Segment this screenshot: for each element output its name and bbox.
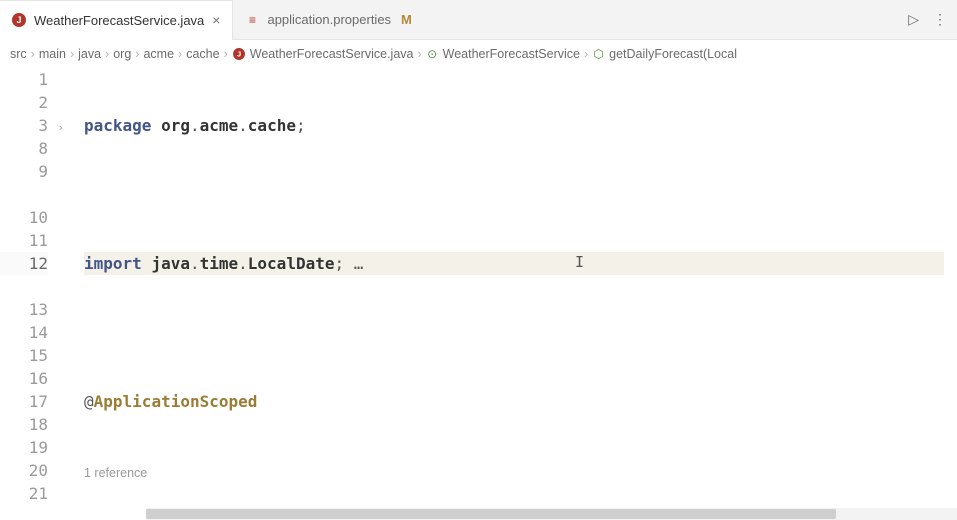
chevron-right-icon: › (31, 47, 35, 61)
tab-weather-service[interactable]: J WeatherForecastService.java × (0, 0, 233, 40)
line-number: 8 (0, 137, 48, 160)
breadcrumb-item[interactable]: WeatherForecastService.java (250, 47, 414, 61)
chevron-right-icon: › (70, 47, 74, 61)
java-file-icon: J (233, 48, 245, 60)
tab-bar: J WeatherForecastService.java × ≡ applic… (0, 0, 957, 40)
line-number: 15 (0, 344, 48, 367)
line-number: 14 (0, 321, 48, 344)
line-number (0, 275, 48, 298)
line-number: 2 (0, 91, 48, 114)
close-icon[interactable]: × (212, 12, 220, 28)
chevron-right-icon: › (105, 47, 109, 61)
line-number: 20 (0, 459, 48, 482)
code-line (84, 321, 957, 344)
run-icon[interactable]: ▷ (908, 11, 919, 28)
line-number: 18 (0, 413, 48, 436)
line-number: 16 (0, 367, 48, 390)
line-number: 17 (0, 390, 48, 413)
code-lens[interactable]: 1 reference (84, 459, 957, 482)
breadcrumb-item[interactable]: org (113, 47, 131, 61)
breadcrumb-item[interactable]: java (78, 47, 101, 61)
line-number: 11 (0, 229, 48, 252)
chevron-right-icon: › (135, 47, 139, 61)
tab-label: application.properties (267, 12, 391, 27)
tab-application-properties[interactable]: ≡ application.properties M (233, 0, 423, 40)
code-line (84, 183, 957, 206)
breadcrumb-item[interactable]: cache (186, 47, 219, 61)
java-file-icon: J (12, 13, 26, 27)
chevron-right-icon: › (417, 47, 421, 61)
breadcrumb-item[interactable]: main (39, 47, 66, 61)
gutter: 1 2 3 › 8 9 10 11 12 13 14 15 16 17 18 1… (0, 68, 62, 520)
line-number: 10 (0, 206, 48, 229)
line-number: 12 (0, 252, 48, 275)
method-icon: ⬡ (592, 48, 605, 61)
line-number: 13 (0, 298, 48, 321)
editor[interactable]: 1 2 3 › 8 9 10 11 12 13 14 15 16 17 18 1… (0, 68, 957, 520)
breadcrumb-item[interactable]: acme (143, 47, 174, 61)
breadcrumb-item[interactable]: WeatherForecastService (443, 47, 580, 61)
line-number: 19 (0, 436, 48, 459)
breadcrumb-item[interactable]: getDailyForecast(Local (609, 47, 737, 61)
breadcrumb-item[interactable]: src (10, 47, 27, 61)
modified-badge: M (401, 12, 412, 27)
chevron-right-icon: › (224, 47, 228, 61)
line-number: 21 (0, 482, 48, 505)
more-icon[interactable]: ⋮ (933, 11, 947, 28)
code-area[interactable]: package org.acme.cache; import java.time… (62, 68, 957, 520)
code-line: package org.acme.cache; (84, 114, 957, 137)
horizontal-scrollbar[interactable] (146, 508, 957, 520)
code-line: import java.time.LocalDate; … (84, 252, 957, 275)
chevron-right-icon: › (178, 47, 182, 61)
line-number: 3 (0, 114, 48, 137)
scrollbar-thumb[interactable] (146, 509, 836, 519)
breadcrumb: src › main › java › org › acme › cache › J Wea… (0, 40, 957, 68)
run-controls: ▷ ⋮ (908, 11, 957, 28)
tab-label: WeatherForecastService.java (34, 13, 204, 28)
properties-file-icon: ≡ (245, 13, 259, 27)
line-number: 1 (0, 68, 48, 91)
code-line: @ApplicationScoped (84, 390, 957, 413)
line-number: 9 (0, 160, 48, 183)
line-number (0, 183, 48, 206)
chevron-right-icon: › (584, 47, 588, 61)
class-icon: ⊙ (426, 48, 439, 61)
